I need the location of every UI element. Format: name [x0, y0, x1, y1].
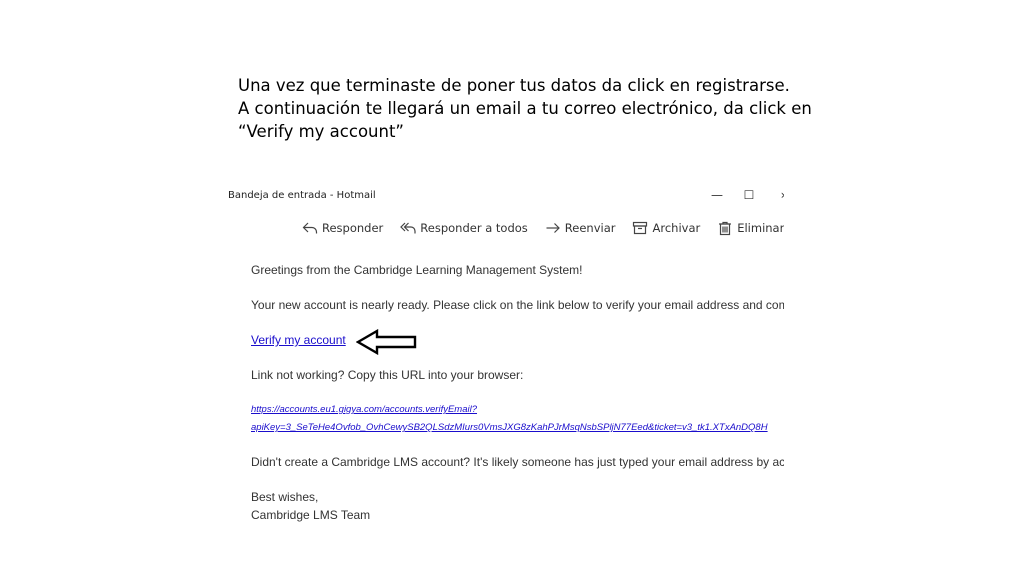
verify-url-link-line-2[interactable]: apiKey=3_SeTeHe4Ovfob_OvhCewySB2QLSdzMIu…	[251, 422, 768, 433]
instruction-line-3: “Verify my account”	[238, 122, 404, 141]
email-greeting: Greetings from the Cambridge Learning Ma…	[251, 263, 583, 277]
window-titlebar: Bandeja de entrada - Hotmail — ☐ ›	[228, 182, 784, 210]
delete-button[interactable]: Eliminar	[717, 220, 784, 236]
reply-all-icon	[400, 220, 416, 236]
window-more-button[interactable]: ›	[774, 186, 784, 204]
left-arrow-icon	[356, 329, 417, 355]
forward-button[interactable]: Reenviar	[545, 220, 616, 236]
instruction-line-2: A continuación te llegará un email a tu …	[238, 99, 812, 118]
reply-label: Responder	[322, 221, 384, 235]
reply-all-button[interactable]: Responder a todos	[400, 220, 528, 236]
archive-button[interactable]: Archivar	[632, 220, 700, 236]
forward-icon	[545, 220, 561, 236]
email-account-ready: Your new account is nearly ready. Please…	[251, 298, 784, 312]
forward-label: Reenviar	[564, 221, 616, 235]
minimize-button[interactable]: —	[708, 186, 726, 204]
email-link-not-working: Link not working? Copy this URL into you…	[251, 368, 524, 382]
delete-label: Eliminar	[737, 221, 784, 235]
verify-url-link-line-1[interactable]: https://accounts.eu1.gigya.com/accounts.…	[251, 404, 477, 415]
email-team: Cambridge LMS Team	[251, 508, 371, 522]
email-sign-off: Best wishes,	[251, 490, 319, 504]
instructions-text: Una vez que terminaste de poner tus dato…	[238, 74, 812, 143]
window-title: Bandeja de entrada - Hotmail	[228, 190, 376, 201]
reply-button[interactable]: Responder	[302, 220, 383, 236]
verify-account-link[interactable]: Verify my account	[251, 333, 346, 347]
email-didnt-create: Didn't create a Cambridge LMS account? I…	[251, 455, 784, 469]
instruction-line-1: Una vez que terminaste de poner tus dato…	[238, 76, 790, 95]
reply-icon	[302, 220, 318, 236]
archive-icon	[632, 220, 648, 236]
mail-window: Bandeja de entrada - Hotmail — ☐ › Respo…	[228, 182, 784, 532]
mail-toolbar: Responder Responder a todos Reenviar Arc…	[302, 218, 784, 238]
archive-label: Archivar	[652, 221, 701, 235]
trash-icon	[717, 220, 733, 236]
reply-all-label: Responder a todos	[420, 221, 528, 235]
maximize-button[interactable]: ☐	[740, 186, 758, 204]
